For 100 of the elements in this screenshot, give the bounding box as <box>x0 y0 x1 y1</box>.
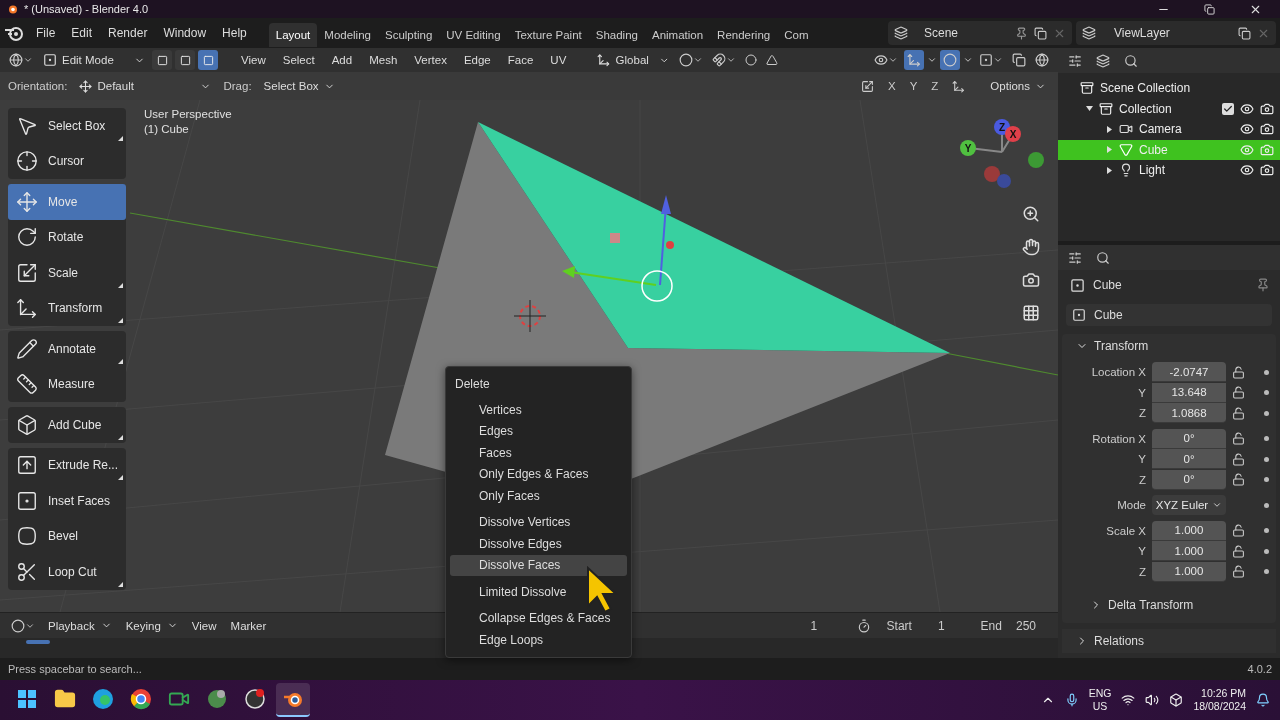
timeline-menu[interactable]: Playback <box>44 615 116 636</box>
render-icon[interactable] <box>1260 101 1274 116</box>
workspace-tab[interactable]: Com <box>777 23 816 47</box>
menu-item[interactable]: Select <box>275 54 322 66</box>
menu-item[interactable]: Dissolve Faces <box>450 554 627 576</box>
pin-icon[interactable] <box>1015 26 1028 40</box>
tool-button[interactable]: Move <box>8 184 126 220</box>
timeline-menu[interactable]: View <box>187 615 221 636</box>
tool-button[interactable]: Cursor <box>8 143 126 179</box>
restore-icon[interactable] <box>1204 3 1215 15</box>
keyframe-dot-icon[interactable] <box>1264 436 1269 442</box>
menu-item[interactable]: Limited Dissolve <box>450 581 627 603</box>
number-field[interactable]: 1.000 <box>1152 541 1226 562</box>
menu-item[interactable]: Faces <box>450 442 627 464</box>
keyframe-dot-icon[interactable] <box>1264 528 1269 534</box>
number-field[interactable]: 1.0868 <box>1152 403 1226 424</box>
workspace-tab[interactable]: Modeling <box>317 23 378 47</box>
menu-item[interactable]: Edges <box>450 420 627 442</box>
search-icon[interactable] <box>1096 250 1110 265</box>
keyframe-dot-icon[interactable] <box>1264 456 1269 462</box>
outliner-row[interactable]: Collection <box>1058 98 1280 119</box>
workspace-tab[interactable]: Rendering <box>710 23 778 47</box>
wifi-icon[interactable] <box>1121 693 1136 707</box>
pin-icon[interactable] <box>1256 278 1270 292</box>
volume-icon[interactable] <box>1145 693 1160 707</box>
number-field[interactable]: 13.648 <box>1152 382 1226 403</box>
filter-icon[interactable] <box>1096 53 1110 68</box>
lock-icon[interactable] <box>1232 365 1245 379</box>
menu-item[interactable]: Add <box>324 54 360 66</box>
tool-button[interactable]: Extrude Re... <box>8 447 126 483</box>
panel-header[interactable]: Relations <box>1062 629 1276 653</box>
menu-item[interactable]: UV <box>543 54 574 66</box>
menu-item[interactable]: Help <box>214 26 255 40</box>
menu-item[interactable]: Vertices <box>450 399 627 421</box>
menu-item[interactable]: Vertex <box>407 54 454 66</box>
keyframe-dot-icon[interactable] <box>1264 502 1269 508</box>
outliner-row[interactable]: Camera <box>1058 119 1280 140</box>
menu-item[interactable]: Face <box>500 54 541 66</box>
copy-icon[interactable] <box>1034 26 1047 40</box>
checkbox[interactable] <box>1222 102 1234 115</box>
tool-button[interactable]: Rotate <box>8 219 126 255</box>
menu-item[interactable]: Window <box>155 26 215 40</box>
axis-toggle[interactable]: Y <box>906 76 921 96</box>
timeline-menu[interactable]: Keying <box>121 615 182 636</box>
lock-icon[interactable] <box>1232 544 1245 558</box>
menu-item[interactable]: Render <box>100 26 156 40</box>
menu-item[interactable]: Collapse Edges & Faces <box>450 607 627 629</box>
workspace-tab[interactable]: Sculpting <box>377 23 440 47</box>
tool-button[interactable]: Transform <box>8 290 126 326</box>
keyframe-dot-icon[interactable] <box>1264 410 1269 416</box>
lock-icon[interactable] <box>1232 473 1245 487</box>
scene-field[interactable]: Scene <box>888 21 1072 45</box>
render-icon[interactable] <box>1260 163 1274 178</box>
menu-item[interactable]: Edge Loops <box>450 629 627 651</box>
editor-type-icon[interactable] <box>1068 250 1082 265</box>
menu-item[interactable]: Edge <box>456 54 498 66</box>
gizmo-button[interactable] <box>904 50 924 70</box>
eye-icon[interactable] <box>1240 122 1254 137</box>
number-field[interactable]: -2.0747 <box>1152 362 1226 383</box>
tool-button[interactable]: Add Cube <box>8 407 126 443</box>
lock-icon[interactable] <box>1232 386 1245 400</box>
lock-icon[interactable] <box>1232 524 1245 538</box>
notification-icon[interactable] <box>1256 693 1270 707</box>
lock-icon[interactable] <box>1232 432 1245 446</box>
tool-button[interactable]: Select Box <box>8 108 126 144</box>
menu-item[interactable]: File <box>28 26 64 40</box>
eye-icon[interactable] <box>1240 101 1254 116</box>
axis-toggle[interactable]: X <box>885 76 899 96</box>
lock-icon[interactable] <box>1232 565 1245 579</box>
drag-dropdown[interactable]: Select Box <box>259 76 339 96</box>
menu-item[interactable]: Edit <box>63 26 101 40</box>
mode-dropdown[interactable]: Edit Mode <box>39 50 149 70</box>
keyframe-dot-icon[interactable] <box>1264 390 1269 396</box>
tool-button[interactable]: Scale <box>8 255 126 291</box>
keyframe-dot-icon[interactable] <box>1264 569 1269 575</box>
keyframe-dot-icon[interactable] <box>1264 548 1269 554</box>
display-mode-icon[interactable] <box>1068 53 1082 68</box>
tool-button[interactable]: Loop Cut <box>8 554 126 590</box>
workspace-tab[interactable]: Animation <box>644 23 711 47</box>
overlay-button[interactable] <box>940 50 960 70</box>
lock-icon[interactable] <box>1232 452 1245 466</box>
number-field[interactable]: 0° <box>1152 428 1226 449</box>
menu-item[interactable]: View <box>234 54 273 66</box>
number-field[interactable]: 1.000 <box>1152 520 1226 541</box>
copy-icon[interactable] <box>1238 26 1251 40</box>
blender-logo-icon[interactable] <box>4 24 24 42</box>
number-field[interactable]: 0° <box>1152 469 1226 490</box>
mode-dropdown[interactable]: XYZ Euler <box>1152 495 1226 516</box>
axis-toggle[interactable]: Z <box>928 76 942 96</box>
collapsed-arrow-icon[interactable] <box>1106 125 1113 133</box>
workspace-tab[interactable]: Layout <box>268 23 318 47</box>
orientation-dropdown[interactable]: Global <box>593 50 674 70</box>
tool-button[interactable]: Bevel <box>8 518 126 554</box>
number-field[interactable]: 0° <box>1152 449 1226 470</box>
tool-button[interactable]: Inset Faces <box>8 483 126 519</box>
workspace-tab[interactable]: UV Editing <box>439 23 508 47</box>
outliner-row[interactable]: Light <box>1058 160 1280 181</box>
select-mode-button[interactable] <box>198 50 218 70</box>
keyframe-dot-icon[interactable] <box>1264 477 1269 483</box>
select-mode-button[interactable] <box>152 50 172 70</box>
